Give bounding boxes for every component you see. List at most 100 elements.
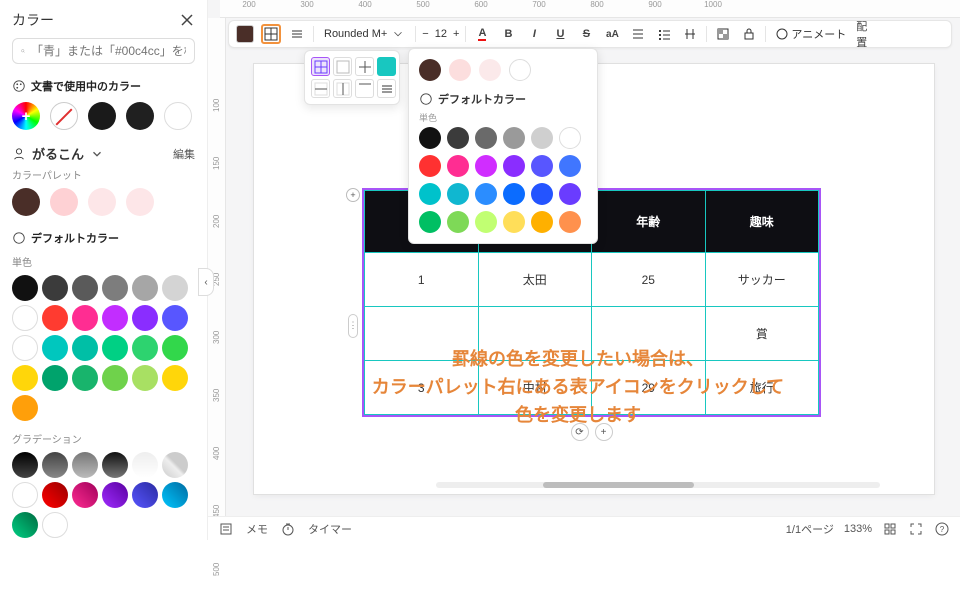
border-color[interactable] — [377, 57, 396, 76]
color-swatch[interactable] — [559, 211, 581, 233]
table-header[interactable]: 趣味 — [705, 191, 819, 253]
color-swatch[interactable] — [162, 365, 188, 391]
border-style-lines[interactable] — [377, 79, 396, 98]
color-swatch[interactable] — [72, 482, 98, 508]
transparency-button[interactable] — [713, 24, 733, 44]
chevron-down-icon[interactable] — [90, 147, 104, 161]
color-swatch[interactable] — [42, 305, 68, 331]
italic-button[interactable]: I — [524, 24, 544, 44]
color-swatch[interactable] — [102, 335, 128, 361]
color-swatch[interactable] — [475, 127, 497, 149]
color-swatch[interactable] — [42, 482, 68, 508]
color-swatch[interactable] — [132, 365, 158, 391]
border-all[interactable] — [311, 57, 330, 76]
row-drag-handle[interactable]: ⋮ — [348, 314, 358, 338]
grid-view-icon[interactable] — [882, 521, 898, 537]
color-swatch[interactable] — [559, 155, 581, 177]
collapse-sidebar-button[interactable]: ‹ — [198, 268, 214, 296]
color-swatch[interactable] — [531, 211, 553, 233]
border-style-button[interactable] — [261, 24, 281, 44]
color-swatch[interactable] — [162, 305, 188, 331]
color-swatch[interactable] — [162, 335, 188, 361]
table-color-swatch[interactable] — [235, 24, 255, 44]
color-swatch[interactable] — [447, 183, 469, 205]
color-swatch[interactable] — [88, 102, 116, 130]
color-swatch[interactable] — [42, 275, 68, 301]
color-swatch[interactable] — [503, 155, 525, 177]
color-swatch[interactable] — [162, 275, 188, 301]
border-inner[interactable] — [333, 57, 352, 76]
color-swatch[interactable] — [72, 305, 98, 331]
color-swatch[interactable] — [164, 102, 192, 130]
color-swatch[interactable] — [102, 275, 128, 301]
color-swatch[interactable] — [132, 305, 158, 331]
color-swatch[interactable] — [503, 183, 525, 205]
case-button[interactable]: aA — [602, 24, 622, 44]
underline-button[interactable]: U — [550, 24, 570, 44]
search-input[interactable] — [31, 44, 186, 58]
color-swatch[interactable] — [531, 127, 553, 149]
lock-button[interactable] — [739, 24, 759, 44]
color-swatch[interactable] — [419, 211, 441, 233]
color-swatch[interactable] — [162, 482, 188, 508]
color-swatch[interactable] — [503, 127, 525, 149]
color-swatch[interactable] — [479, 59, 501, 81]
color-swatch[interactable] — [102, 452, 128, 478]
add-color-button[interactable]: + — [12, 102, 40, 130]
color-swatch[interactable] — [419, 183, 441, 205]
list-button[interactable] — [654, 24, 674, 44]
color-swatch[interactable] — [12, 365, 38, 391]
color-swatch[interactable] — [126, 188, 154, 216]
size-minus[interactable]: − — [422, 28, 428, 40]
memo-icon[interactable] — [218, 521, 234, 537]
color-swatch[interactable] — [447, 127, 469, 149]
color-swatch[interactable] — [503, 211, 525, 233]
border-top[interactable] — [355, 79, 374, 98]
color-swatch[interactable] — [419, 127, 441, 149]
color-swatch[interactable] — [447, 155, 469, 177]
color-swatch[interactable] — [559, 127, 581, 149]
color-swatch[interactable] — [12, 188, 40, 216]
color-swatch[interactable] — [475, 183, 497, 205]
color-swatch[interactable] — [42, 335, 68, 361]
color-swatch[interactable] — [12, 395, 38, 421]
color-swatch[interactable] — [475, 155, 497, 177]
color-search[interactable] — [12, 38, 195, 64]
border-h[interactable] — [311, 79, 330, 98]
color-swatch[interactable] — [126, 102, 154, 130]
page-indicator[interactable]: 1/1ページ — [786, 521, 834, 537]
color-swatch[interactable] — [12, 512, 38, 538]
zoom-level[interactable]: 133% — [844, 523, 872, 535]
color-swatch[interactable] — [509, 59, 531, 81]
color-swatch[interactable] — [531, 155, 553, 177]
color-swatch[interactable] — [102, 305, 128, 331]
help-icon[interactable]: ? — [934, 521, 950, 537]
color-swatch[interactable] — [50, 188, 78, 216]
no-color-swatch[interactable] — [50, 102, 78, 130]
color-swatch[interactable] — [419, 59, 441, 81]
close-icon[interactable] — [179, 12, 195, 28]
color-swatch[interactable] — [531, 183, 553, 205]
color-swatch[interactable] — [72, 275, 98, 301]
border-outer[interactable] — [355, 57, 374, 76]
timer-icon[interactable] — [280, 521, 296, 537]
color-swatch[interactable] — [72, 335, 98, 361]
table-header[interactable]: 年齢 — [592, 191, 706, 253]
color-swatch[interactable] — [132, 482, 158, 508]
font-size-stepper[interactable]: − 12 + — [422, 28, 459, 40]
add-row-button[interactable]: + — [346, 188, 360, 202]
color-swatch[interactable] — [12, 482, 38, 508]
fullscreen-icon[interactable] — [908, 521, 924, 537]
color-swatch[interactable] — [132, 275, 158, 301]
color-swatch[interactable] — [132, 335, 158, 361]
color-swatch[interactable] — [559, 183, 581, 205]
animate-button[interactable]: アニメート — [772, 26, 850, 42]
color-swatch[interactable] — [12, 305, 38, 331]
bold-button[interactable]: B — [498, 24, 518, 44]
color-swatch[interactable] — [42, 452, 68, 478]
horizontal-scrollbar[interactable] — [436, 482, 880, 490]
border-v[interactable] — [333, 79, 352, 98]
color-swatch[interactable] — [12, 275, 38, 301]
border-width-button[interactable] — [287, 24, 307, 44]
timer-label[interactable]: タイマー — [308, 521, 352, 537]
